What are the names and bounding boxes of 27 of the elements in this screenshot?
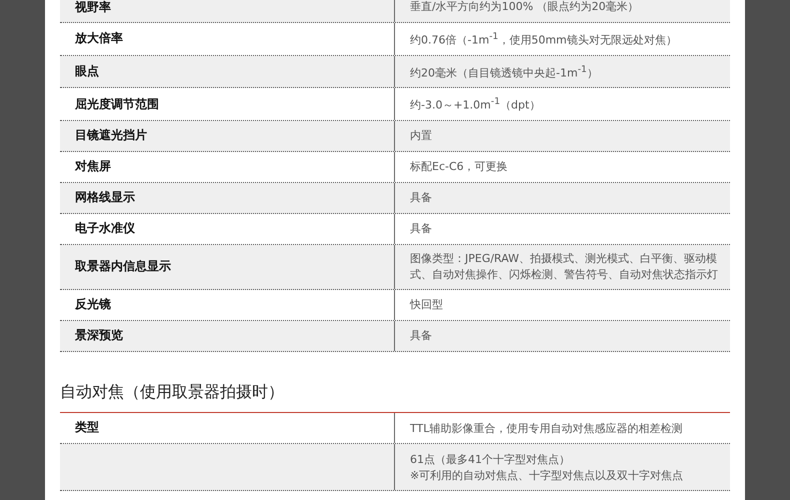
spec-label: 眼点 [75, 62, 99, 80]
spec-label: 取景器内信息显示 [75, 258, 171, 276]
spec-label: 对焦屏 [75, 158, 111, 176]
spec-value: 具备 [410, 220, 432, 237]
spec-value: 具备 [410, 190, 432, 206]
section-heading: 自动对焦（使用取景器拍摄时） [60, 382, 285, 403]
spec-value: TTL辅助影像重合，使用专用自动对焦感应器的相差检测 [410, 420, 682, 437]
spec-value: 标配Ec-C6，可更换 [410, 158, 508, 175]
spec-value: 具备 [410, 328, 432, 344]
spec-value: 约-3.0～+1.0m$^{-1}$（dpt） [410, 95, 540, 114]
spec-value: 快回型 [410, 296, 443, 313]
spec-label: 目镜遮光挡片 [75, 127, 147, 144]
spec-value: ※可利用的自动对焦点、十字型对焦点以及双十字对焦点 [410, 468, 684, 484]
spec-value: 约20毫米（自目镜透镜中央起-1m$^{-1}$） [410, 62, 598, 82]
spec-value: 约0.76倍（-1m$^{-1}$，使用50mm镜头对无限远处对焦） [410, 30, 677, 49]
spec-label: 放大倍率 [75, 30, 123, 48]
spec-label: 电子水准仪 [75, 220, 135, 238]
spec-value: 内置 [410, 128, 432, 144]
spec-value: 61点（最多41个十字型对焦点） [410, 452, 570, 468]
spec-label: 类型 [75, 419, 99, 436]
spec-value: 图像类型：JPEG/RAW、拍摄模式、测光模式、白平衡、驱动模式、自动对焦操作、闪烁检测、警告符号、自动对焦状态指示灯 [410, 250, 718, 283]
spec-label: 屈光度调节范围 [75, 96, 159, 113]
spec-label: 网格线显示 [75, 189, 135, 206]
spec-label: 景深预览 [75, 327, 123, 344]
spec-label: 反光镜 [75, 296, 111, 314]
spec-label: 视野率 [75, 0, 111, 16]
spec-value: 垂直/水平方向约为100% （眼点约为20毫米） [410, 0, 639, 15]
